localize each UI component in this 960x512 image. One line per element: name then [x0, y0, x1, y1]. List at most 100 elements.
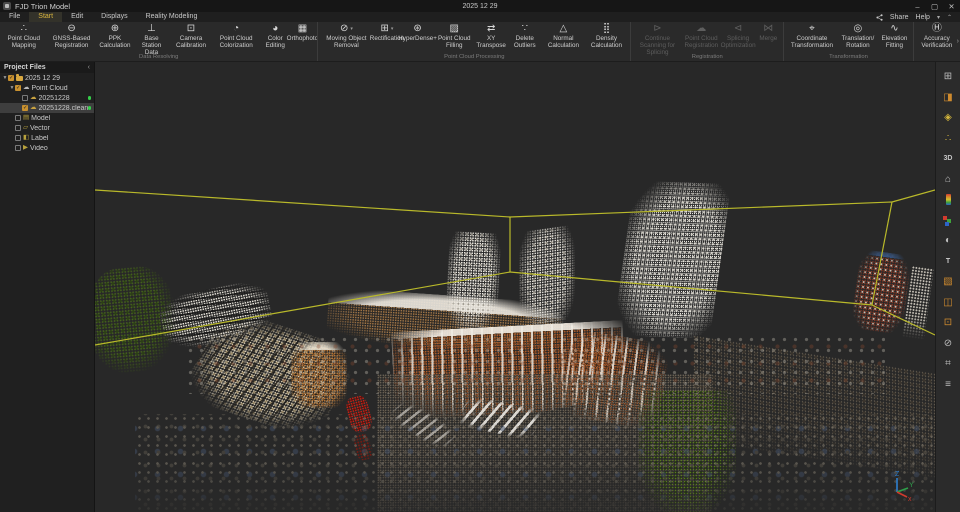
point-cloud-red-building-right — [850, 249, 913, 335]
ribbon-button-elevation-fitting[interactable]: ∿Elevation Fitting — [878, 23, 910, 50]
ribbon-button-moving-object-removal[interactable]: ⊘▾Moving Object Removal — [320, 23, 372, 50]
visibility-checkbox[interactable] — [15, 125, 21, 131]
viewport-toolbar: ⊞ ◨ ◈ ∴ 3D ⌂ ◐ T ▧ ◫ ⊡ ⊘ ⌗ ≡ — [935, 62, 960, 512]
ribbon-button-hyperdense[interactable]: ⊛HyperDense+ — [401, 23, 433, 43]
menu-bar: FileStartEditDisplaysReality Modeling Sh… — [0, 12, 960, 22]
menu-tab-edit[interactable]: Edit — [62, 12, 92, 22]
ribbon-button-label: PPK Calculation — [99, 36, 130, 50]
ribbon-button-color-editing[interactable]: ◕Color Editing — [261, 23, 289, 50]
ribbon-button-point-cloud-colorization[interactable]: ◔Point Cloud Colorization — [211, 23, 261, 50]
ribbon-button-point-cloud-mapping[interactable]: ∴Point Cloud Mapping — [2, 23, 46, 50]
project-files-panel: Project Files ‹ ▼2025 12 29▼☁Point Cloud… — [0, 62, 95, 512]
tree-item-model[interactable]: ▤Model — [0, 113, 94, 123]
text-label-icon[interactable]: T — [942, 255, 955, 268]
tree-item-label: Video — [30, 145, 48, 152]
visibility-checkbox[interactable] — [15, 145, 21, 151]
visibility-checkbox[interactable] — [15, 85, 21, 91]
tree-item-vector[interactable]: ▱Vector — [0, 123, 94, 133]
share-button[interactable]: Share — [890, 14, 909, 21]
move-tool-icon[interactable]: ◈ — [942, 111, 955, 124]
elevation-fitting-icon: ∿ — [890, 23, 898, 35]
ribbon-button-label: Splicing Optimization — [721, 36, 756, 50]
ribbon-button-normal-calculation[interactable]: △Normal Calculation — [542, 23, 585, 50]
camera-view-icon[interactable]: ◨ — [942, 91, 955, 104]
minimize-button[interactable]: – — [909, 2, 926, 11]
ribbon-button-gnss-based-registration[interactable]: ⊖GNSS-Based Registration — [46, 23, 98, 50]
ribbon-button-orthophoto[interactable]: ▦Orthophoto — [289, 23, 315, 43]
color-palette-icon[interactable] — [942, 214, 955, 227]
point-cloud-icon: ☁ — [30, 105, 37, 111]
splicing-optimization-icon: ⊲ — [734, 23, 742, 35]
tree-item-label: Point Cloud — [32, 85, 68, 92]
hide-region-icon[interactable]: ⊘ — [942, 337, 955, 350]
panel-collapse-icon[interactable]: ‹ — [88, 64, 90, 71]
crop-icon[interactable]: ⌗ — [942, 357, 955, 370]
ribbon-button-rectification[interactable]: ⊞▾Rectification — [372, 23, 401, 43]
ribbon-button-merge: ⋈Merge — [755, 23, 781, 43]
help-button[interactable]: Help — [916, 14, 930, 21]
menu-tab-reality-modeling[interactable]: Reality Modeling — [137, 12, 207, 22]
folder-icon — [16, 76, 23, 81]
project-panel-title: Project Files — [4, 64, 46, 71]
point-cloud-colorization-icon: ◔ — [233, 23, 239, 35]
section-box-icon[interactable]: ⊡ — [942, 316, 955, 329]
tree-item-label: Vector — [30, 125, 50, 132]
visibility-checkbox[interactable] — [22, 95, 28, 101]
ribbon-overflow-icon[interactable]: › — [957, 38, 959, 45]
menu-tab-start[interactable]: Start — [29, 12, 62, 22]
tree-item-2025-12-29[interactable]: ▼2025 12 29 — [0, 73, 94, 83]
dropdown-caret-icon[interactable]: ▾ — [350, 23, 353, 35]
point-cloud-white-building-mid-1 — [444, 231, 501, 334]
tree-item-20251228[interactable]: ☁20251228 — [0, 93, 94, 103]
ribbon-button-label: Moving Object Removal — [322, 36, 370, 50]
ppk-calculation-icon: ⊕ — [111, 23, 119, 35]
ribbon-button-point-cloud-filling[interactable]: ▨Point Cloud Filling — [434, 23, 475, 50]
lock-view-icon[interactable]: ⌂ — [942, 173, 955, 186]
collapse-ribbon-icon[interactable]: ⌃ — [947, 14, 952, 21]
ribbon-button-delete-outliers[interactable]: ∵Delete Outliers — [508, 23, 542, 50]
share-icon — [876, 14, 883, 21]
maximize-button[interactable]: ▢ — [926, 2, 943, 11]
list-menu-icon[interactable]: ≡ — [942, 378, 955, 391]
dropdown-caret-icon[interactable]: ▾ — [391, 23, 394, 35]
ribbon-button-ppk-calculation[interactable]: ⊕PPK Calculation — [98, 23, 133, 50]
ribbon-button-coordinate-transformation[interactable]: ⌖Coordinate Transformation — [786, 23, 837, 50]
tree-item-20251228-clean1[interactable]: ☁20251228.clean1 — [0, 103, 94, 113]
model-icon: ▤ — [23, 115, 29, 121]
viewport-3d[interactable]: Z Y x — [95, 62, 935, 512]
help-dropdown-icon[interactable]: ▾ — [937, 14, 940, 21]
visibility-checkbox[interactable] — [8, 75, 14, 81]
tree-item-label[interactable]: ◧Label — [0, 133, 94, 143]
tree-item-label: 20251228.clean1 — [39, 105, 88, 112]
ribbon-button-label: Translation/ Rotation — [840, 36, 877, 50]
ribbon-button-camera-calibration[interactable]: ⊡Camera Calibration — [171, 23, 212, 50]
visibility-checkbox[interactable] — [22, 105, 28, 111]
color-ramp-icon[interactable] — [942, 193, 955, 206]
tree-item-point-cloud[interactable]: ▼☁Point Cloud — [0, 83, 94, 93]
ribbon-button-accuracy-verification[interactable]: ⒽAccuracy Verification — [916, 23, 958, 50]
visibility-checkbox[interactable] — [15, 135, 21, 141]
box-select-icon[interactable]: ▧ — [942, 275, 955, 288]
tree-item-video[interactable]: ▶Video — [0, 143, 94, 153]
delete-outliers-icon: ∵ — [522, 23, 528, 35]
slice-box-icon[interactable]: ◫ — [942, 296, 955, 309]
ribbon-button-xy-transpose[interactable]: ⇄XY Transpose — [475, 23, 508, 50]
ribbon-button-density-calculation[interactable]: ⣿Density Calculation — [585, 23, 628, 50]
3d-mode-icon[interactable]: 3D — [942, 152, 955, 165]
ribbon-button-translation-rotation[interactable]: ◎Translation/ Rotation — [838, 23, 879, 50]
status-dot — [88, 96, 92, 100]
close-button[interactable]: ✕ — [943, 2, 960, 11]
tree-item-label: Label — [31, 135, 48, 142]
continue-scanning-for-splicing-icon: ⊳ — [653, 23, 661, 35]
fullscreen-grid-icon[interactable]: ⊞ — [942, 70, 955, 83]
ribbon-button-base-station-data[interactable]: ⊥Base Station Data — [132, 23, 170, 56]
rectification-icon: ⊞▾ — [380, 23, 393, 35]
menu-tab-displays[interactable]: Displays — [92, 12, 136, 22]
measure-points-icon[interactable]: ∴ — [942, 132, 955, 145]
tree-item-label: 2025 12 29 — [25, 75, 60, 82]
ribbon-button-label: Color Editing — [263, 36, 287, 50]
visibility-checkbox[interactable] — [15, 115, 21, 121]
menu-tab-file[interactable]: File — [0, 12, 29, 22]
contrast-icon[interactable]: ◐ — [942, 234, 955, 247]
app-window: FJD Trion Model 2025 12 29 – ▢ ✕ FileSta… — [0, 0, 960, 512]
